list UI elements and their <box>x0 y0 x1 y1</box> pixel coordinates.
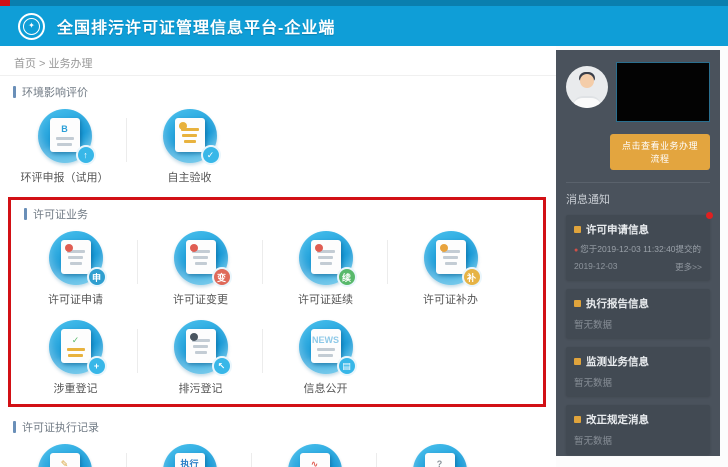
app-item-label: 许可证补办 <box>423 294 478 306</box>
section-title: 许可证执行记录 <box>0 419 556 435</box>
page: ✦ 全国排污许可证管理信息平台-企业端 首页 > 业务办理 环境影响评价 B ↑ 环评… <box>0 0 728 467</box>
icon-row: ✓ + 涉重登记 ↖ 排污登记 NEWS ▤ 信息公开 <box>11 313 543 402</box>
permit-change-item[interactable]: 变许可证变更 <box>138 224 263 313</box>
icon-row: 申许可证申请变许可证变更续许可证延续补许可证补办 <box>11 224 543 313</box>
empty-text: 暂无数据 <box>574 436 613 447</box>
unread-dot-icon: ● <box>574 247 579 254</box>
permit-reissue-icon: 补 <box>423 231 482 287</box>
heavy-metal-register-icon: ✓ + <box>48 320 107 376</box>
eia-declare-item[interactable]: B ↑ 环评申报（试用） <box>2 102 127 191</box>
permit-apply-badge-icon: 申 <box>86 267 107 287</box>
discharge-register-item[interactable]: ↖ 排污登记 <box>138 313 263 402</box>
app-item-label: 自主验收 <box>167 172 212 184</box>
app-item-label: 环评申报（试用） <box>20 172 109 184</box>
heavy-metal-register-badge-icon: + <box>86 356 107 376</box>
section-eia: 环境影响评价 B ↑ 环评申报（试用） ✓ 自主验收 <box>0 76 556 191</box>
message-text: ● 您于2019-12-03 11:32:40提交的申.. <box>574 244 702 254</box>
profile-row <box>566 62 710 122</box>
empty-text: 暂无数据 <box>574 378 613 389</box>
messages-title: 消息通知 <box>566 194 610 206</box>
self-acceptance-item[interactable]: ✓ 自主验收 <box>127 102 252 191</box>
right-sidebar: 点击查看业务办理流程 消息通知 许可申请信息 ● 您于2019-12-03 11:3… <box>556 50 720 456</box>
alert-dot-icon <box>706 212 713 219</box>
app-header: ✦ 全国排污许可证管理信息平台-企业端 <box>0 6 728 46</box>
app-item-label: 涉重登记 <box>53 383 98 395</box>
self-acceptance-badge-icon: ✓ <box>200 145 221 165</box>
app-title: 全国排污许可证管理信息平台-企业端 <box>57 20 336 37</box>
message-card-title: 许可申请信息 <box>574 222 702 237</box>
permit-renew-item[interactable]: 续许可证延续 <box>263 224 388 313</box>
permit-reissue-item[interactable]: 补许可证补办 <box>388 224 513 313</box>
message-card: 监测业务信息暂无数据 <box>566 347 710 396</box>
monitoring-records-icon: ∿ <box>287 444 342 467</box>
eia-declare-icon: B ↑ <box>37 109 96 165</box>
self-acceptance-icon: ✓ <box>162 109 221 165</box>
info-disclosure-badge-icon: ▤ <box>336 356 357 376</box>
discharge-register-icon: ↖ <box>173 320 232 376</box>
permit-reissue-badge-icon: 补 <box>461 267 482 287</box>
message-card-title: 监测业务信息 <box>574 354 702 369</box>
section-title: 许可证业务 <box>11 206 543 222</box>
bullet-icon <box>574 358 581 365</box>
discharge-register-badge-icon: ↖ <box>211 356 232 376</box>
app-item-label: 排污登记 <box>178 383 223 395</box>
view-flow-button[interactable]: 点击查看业务办理流程 <box>610 134 710 170</box>
permit-change-icon: 变 <box>173 231 232 287</box>
app-item-label: 许可证变更 <box>173 294 228 306</box>
main-content: 首页 > 业务办理 环境影响评价 B ↑ 环评申报（试用） ✓ 自主验收许可证业务申许可证… <box>0 46 556 467</box>
permit-apply-icon: 申 <box>48 231 107 287</box>
icon-row: ✎台账记录执行执行报告∿监测记录?改正规定 <box>0 437 556 467</box>
message-card: 改正规定消息暂无数据 <box>566 405 710 454</box>
icon-row: B ↑ 环评申报（试用） ✓ 自主验收 <box>0 102 556 191</box>
correction-rules-item[interactable]: ?改正规定 <box>377 437 502 467</box>
app-item-label: 许可证申请 <box>48 294 103 306</box>
eia-declare-badge-icon: ↑ <box>75 145 96 165</box>
ledger-records-icon: ✎ <box>37 444 92 467</box>
user-avatar <box>566 66 608 108</box>
message-date: 2019-12-03 <box>574 261 618 271</box>
message-card-title: 改正规定消息 <box>574 412 702 427</box>
monitoring-records-item[interactable]: ∿监测记录 <box>252 437 377 467</box>
sidebar-divider <box>566 182 710 183</box>
environment-emblem-icon: ✦ <box>18 12 45 40</box>
message-cards: 许可申请信息 ● 您于2019-12-03 11:32:40提交的申.. 2019-1… <box>566 212 713 454</box>
bullet-icon <box>574 300 581 307</box>
permit-renew-icon: 续 <box>298 231 357 287</box>
info-disclosure-item[interactable]: NEWS ▤ 信息公开 <box>263 313 388 402</box>
more-link[interactable]: 更多>> <box>675 261 702 273</box>
permit-change-badge-icon: 变 <box>211 267 232 287</box>
ledger-records-item[interactable]: ✎台账记录 <box>2 437 127 467</box>
info-disclosure-icon: NEWS ▤ <box>298 320 357 376</box>
message-card-title: 执行报告信息 <box>574 296 702 311</box>
permit-apply-item[interactable]: 申许可证申请 <box>13 224 138 313</box>
section-permit-business: 许可证业务申许可证申请变许可证变更续许可证延续补许可证补办 ✓ + 涉重登记 ↖ 排污登记… <box>8 197 546 407</box>
message-footer: 2019-12-03 更多>> <box>574 261 702 273</box>
section-execution-records: 许可证执行记录 ✎台账记录执行执行报告∿监测记录?改正规定 <box>0 411 556 467</box>
sections: 环境影响评价 B ↑ 环评申报（试用） ✓ 自主验收 许可证业务申许可证申请变许可证变更续许… <box>0 76 556 467</box>
heavy-metal-register-item[interactable]: ✓ + 涉重登记 <box>13 313 138 402</box>
empty-text: 暂无数据 <box>574 320 613 331</box>
message-card: 许可申请信息 ● 您于2019-12-03 11:32:40提交的申.. 2019-1… <box>566 212 713 280</box>
redacted-box <box>616 62 710 122</box>
red-annotation-artifact <box>0 0 10 6</box>
section-title: 环境影响评价 <box>0 84 556 100</box>
bullet-icon <box>574 416 581 423</box>
app-item-label: 许可证延续 <box>298 294 353 306</box>
breadcrumb[interactable]: 首页 > 业务办理 <box>0 46 556 76</box>
bullet-icon <box>574 226 581 233</box>
app-item-label: 信息公开 <box>303 383 348 395</box>
message-card: 执行报告信息暂无数据 <box>566 289 710 338</box>
permit-renew-badge-icon: 续 <box>336 267 357 287</box>
execution-report-icon: 执行 <box>162 444 217 467</box>
execution-report-item[interactable]: 执行执行报告 <box>127 437 252 467</box>
correction-rules-icon: ? <box>412 444 467 467</box>
